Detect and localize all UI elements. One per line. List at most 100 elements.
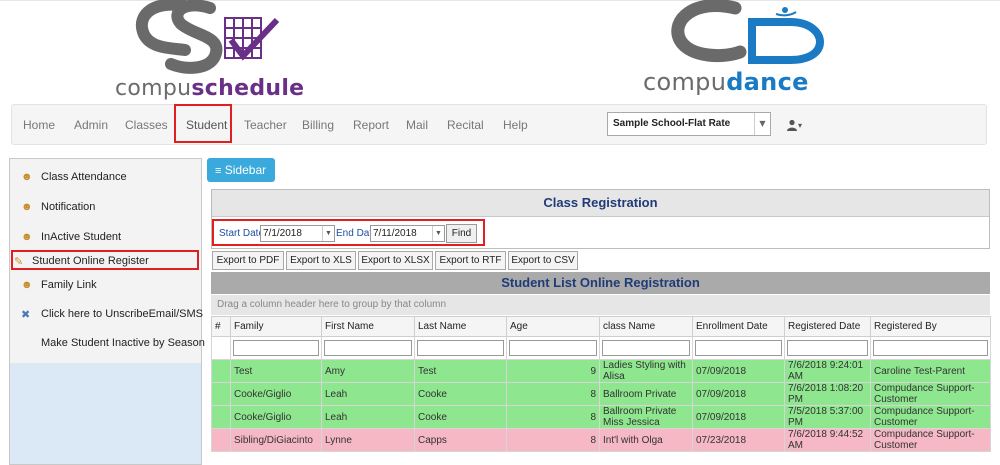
- filter-first-name-input[interactable]: [324, 340, 412, 356]
- export-rtf-button[interactable]: Export to RTF: [435, 251, 506, 270]
- first-name-cell: Lynne: [321, 428, 415, 452]
- filter-family-input[interactable]: [233, 340, 319, 356]
- last-name-cell: Test: [414, 359, 507, 383]
- school-select-value: Sample School-Flat Rate: [613, 118, 731, 129]
- compuschedule-logo-mark: [135, 0, 280, 74]
- row-number-cell: [211, 405, 231, 429]
- column-header-registered-by[interactable]: Registered By: [870, 316, 991, 337]
- table-row[interactable]: Sibling/DiGiacinto Lynne Capps 8 Int'l w…: [211, 428, 991, 452]
- compudance-logo: compudance: [640, 0, 880, 100]
- registered-date-cell: 7/6/2018 1:08:20 PM: [784, 382, 871, 406]
- caret-down-icon: ▾: [798, 121, 803, 130]
- column-header-age[interactable]: Age: [506, 316, 600, 337]
- family-cell: Cooke/Giglio: [230, 382, 322, 406]
- sidebar-item-label: Notification: [41, 201, 96, 213]
- last-name-cell: Cooke: [414, 382, 507, 406]
- export-csv-button[interactable]: Export to CSV: [508, 251, 578, 270]
- sidebar-toggle-button[interactable]: ≡ Sidebar: [207, 158, 275, 182]
- sidebar: ☻ Class Attendance ☻ Notification ☻ InAc…: [9, 158, 205, 465]
- class-name-cell: Ballroom Private Miss Jessica: [599, 405, 693, 429]
- nav-help[interactable]: Help: [503, 105, 528, 145]
- find-button[interactable]: Find: [446, 224, 477, 243]
- list-icon: ≡: [215, 165, 222, 177]
- sidebar-item-label: Click here to UnscribeEmail/SMS: [41, 308, 203, 320]
- filter-row: [211, 336, 991, 360]
- table-row[interactable]: Cooke/Giglio Leah Cooke 8 Ballroom Priva…: [211, 382, 991, 406]
- panel-title: Class Registration: [212, 190, 989, 217]
- filter-cell: [692, 336, 785, 360]
- nav-recital[interactable]: Recital: [447, 105, 484, 145]
- export-pdf-button[interactable]: Export to PDF: [212, 251, 284, 270]
- age-cell: 8: [506, 405, 600, 429]
- filter-cell: [599, 336, 693, 360]
- nav-home[interactable]: Home: [23, 105, 55, 145]
- user-silhouette-icon: [787, 119, 797, 131]
- age-cell: 8: [506, 382, 600, 406]
- end-date-input[interactable]: 7/11/2018 ▼: [370, 225, 445, 242]
- column-header-first-name[interactable]: First Name: [321, 316, 415, 337]
- sidebar-item-label: Class Attendance: [41, 171, 127, 183]
- column-header-number[interactable]: #: [211, 316, 231, 337]
- column-header-class-name[interactable]: class Name: [599, 316, 693, 337]
- column-header-registered-date[interactable]: Registered Date: [784, 316, 871, 337]
- sidebar-item-highlight: [11, 250, 199, 270]
- nav-mail[interactable]: Mail: [406, 105, 428, 145]
- users-icon: ☻: [21, 279, 33, 291]
- row-number-cell: [211, 382, 231, 406]
- filter-cell: [211, 336, 231, 360]
- nav-classes[interactable]: Classes: [125, 105, 168, 145]
- filter-class-name-input[interactable]: [602, 340, 690, 356]
- compuschedule-logo: compuschedule: [115, 0, 315, 104]
- user-icon[interactable]: ▾: [786, 112, 812, 136]
- start-date-input[interactable]: 7/1/2018 ▼: [260, 225, 335, 242]
- school-select[interactable]: Sample School-Flat Rate ▼: [607, 112, 771, 136]
- filter-cell: [506, 336, 600, 360]
- group-by-area[interactable]: Drag a column header here to group by th…: [211, 295, 990, 315]
- end-date-value: 7/11/2018: [373, 228, 417, 239]
- student-grid: # Family First Name Last Name Age class …: [211, 316, 991, 452]
- export-xls-button[interactable]: Export to XLS: [286, 251, 356, 270]
- filter-cell: [870, 336, 991, 360]
- registered-by-cell: Compudance Support-Customer: [870, 405, 991, 429]
- registered-date-cell: 7/6/2018 9:44:52 AM: [784, 428, 871, 452]
- table-row[interactable]: Cooke/Giglio Leah Cooke 8 Ballroom Priva…: [211, 405, 991, 429]
- compuschedule-wordmark: compuschedule: [115, 76, 305, 101]
- users-icon: ☻: [21, 201, 33, 213]
- registered-date-cell: 7/5/2018 5:37:00 PM: [784, 405, 871, 429]
- filter-cell: [230, 336, 322, 360]
- enrollment-date-cell: 07/09/2018: [692, 405, 785, 429]
- chevron-down-icon: ▼: [432, 226, 444, 241]
- table-row[interactable]: Test Amy Test 9 Ladies Styling with Alis…: [211, 359, 991, 383]
- filter-cell: [784, 336, 871, 360]
- filter-enrollment-date-input[interactable]: [695, 340, 782, 356]
- sidebar-item-label: Family Link: [41, 279, 97, 291]
- last-name-cell: Capps: [414, 428, 507, 452]
- enrollment-date-cell: 07/23/2018: [692, 428, 785, 452]
- filter-registered-by-input[interactable]: [873, 340, 988, 356]
- student-list-title: Student List Online Registration: [211, 272, 990, 294]
- first-name-cell: Amy: [321, 359, 415, 383]
- sidebar-item-label: InActive Student: [41, 231, 122, 243]
- nav-billing[interactable]: Billing: [302, 105, 334, 145]
- age-cell: 8: [506, 428, 600, 452]
- class-name-cell: Ladies Styling with Alisa: [599, 359, 693, 383]
- row-number-cell: [211, 428, 231, 452]
- filter-cell: [414, 336, 507, 360]
- column-header-enrollment-date[interactable]: Enrollment Date: [692, 316, 785, 337]
- filter-last-name-input[interactable]: [417, 340, 504, 356]
- first-name-cell: Leah: [321, 382, 415, 406]
- nav-report[interactable]: Report: [353, 105, 389, 145]
- family-cell: Test: [230, 359, 322, 383]
- column-header-family[interactable]: Family: [230, 316, 322, 337]
- nav-admin[interactable]: Admin: [74, 105, 108, 145]
- filter-age-input[interactable]: [509, 340, 597, 356]
- main-navbar: Home Admin Classes Student Teacher Billi…: [11, 104, 987, 145]
- start-date-value: 7/1/2018: [263, 228, 302, 239]
- column-header-last-name[interactable]: Last Name: [414, 316, 507, 337]
- nav-teacher[interactable]: Teacher: [244, 105, 287, 145]
- users-icon: ☻: [21, 171, 33, 183]
- filter-cell: [321, 336, 415, 360]
- export-xlsx-button[interactable]: Export to XLSX: [358, 251, 433, 270]
- class-name-cell: Ballroom Private: [599, 382, 693, 406]
- filter-registered-date-input[interactable]: [787, 340, 868, 356]
